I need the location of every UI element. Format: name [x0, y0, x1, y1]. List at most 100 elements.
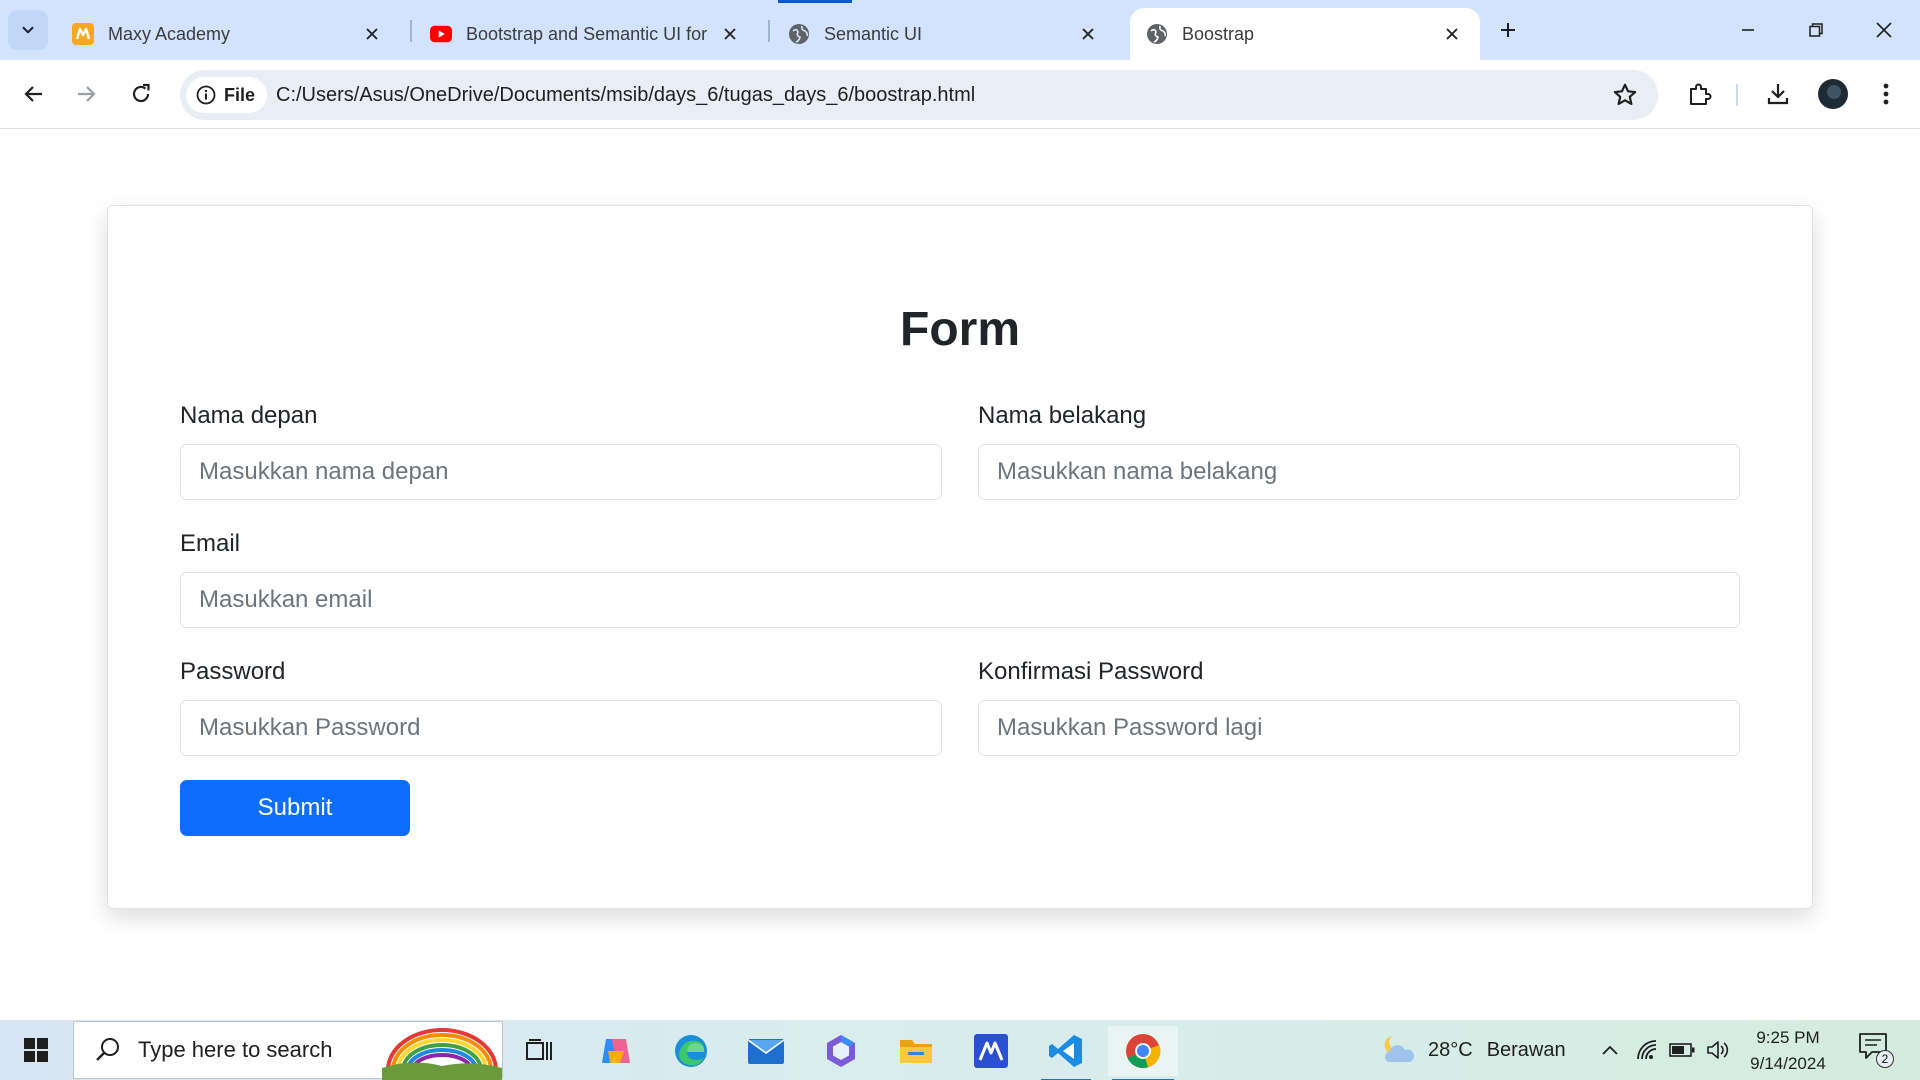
speaker-icon [1707, 1041, 1729, 1059]
info-icon [196, 85, 216, 105]
edge-button[interactable] [662, 1026, 720, 1076]
site-info-label: File [224, 84, 256, 105]
file-explorer-icon [900, 1040, 932, 1063]
minimize-icon [1742, 29, 1754, 31]
rainbow-search-highlight-icon [382, 1022, 502, 1080]
puzzle-icon [1690, 83, 1712, 105]
copilot-button[interactable] [587, 1026, 645, 1076]
browser-menu-button[interactable] [1866, 74, 1906, 114]
clock-time: 9:25 PM [1756, 1028, 1820, 1047]
close-icon[interactable] [718, 22, 742, 46]
address-bar[interactable]: File C:/Users/Asus/OneDrive/Documents/ms… [180, 70, 1658, 120]
tab-bootstrap-semantic-video[interactable]: Bootstrap and Semantic UI for E [414, 8, 758, 60]
notification-center-button[interactable]: 2 [1858, 1032, 1894, 1068]
site-info-chip[interactable]: File [186, 77, 268, 113]
bookmark-star-icon[interactable] [1612, 82, 1638, 108]
form-card: Form Nama depan Nama belakang Email Pass… [107, 205, 1813, 909]
taskbar-clock[interactable]: 9:25 PM 9/14/2024 [1740, 1025, 1836, 1077]
tab-boostrap[interactable]: Boostrap [1130, 8, 1480, 60]
tab-semantic-ui[interactable]: Semantic UI [772, 8, 1116, 60]
profile-button[interactable] [1813, 74, 1853, 114]
file-explorer-button[interactable] [887, 1026, 945, 1076]
maxy-academy-icon [72, 23, 94, 45]
show-hidden-icons-button[interactable] [1596, 1036, 1624, 1064]
email-label: Email [180, 530, 241, 557]
reload-button[interactable] [121, 74, 161, 114]
close-icon[interactable] [1076, 22, 1100, 46]
forward-button[interactable] [66, 74, 106, 114]
volume-button[interactable] [1704, 1036, 1732, 1064]
tab-title: Bootstrap and Semantic UI for E [466, 23, 710, 44]
close-icon[interactable] [360, 22, 384, 46]
maxy-app-icon [974, 1034, 1008, 1068]
weather-widget[interactable]: 28°C Berawan [1378, 1032, 1566, 1068]
tab-loading-indicator [778, 0, 852, 3]
arrow-left-icon [24, 86, 42, 102]
plus-icon [1501, 23, 1515, 37]
toolbar-divider [1736, 84, 1738, 106]
tab-title: Boostrap [1182, 23, 1255, 44]
vscode-icon [1049, 1035, 1082, 1067]
tab-maxy-academy[interactable]: Maxy Academy [56, 8, 400, 60]
copilot-icon [602, 1039, 630, 1063]
weather-temperature: 28°C [1428, 1038, 1473, 1061]
first-name-input[interactable] [180, 444, 942, 500]
mail-icon [747, 1039, 785, 1064]
submit-button[interactable]: Submit [180, 780, 410, 836]
tab-divider [410, 20, 412, 42]
form-title: Form [900, 303, 1020, 356]
new-tab-button[interactable] [1492, 14, 1524, 46]
last-name-input[interactable] [978, 444, 1740, 500]
password-label: Password [180, 658, 286, 685]
tab-search-button[interactable] [8, 10, 48, 50]
url-text: C:/Users/Asus/OneDrive/Documents/msib/da… [276, 84, 976, 106]
close-window-button[interactable] [1856, 8, 1912, 52]
reload-icon [132, 83, 150, 103]
partly-cloudy-night-icon [1384, 1036, 1414, 1062]
globe-icon [788, 23, 810, 45]
email-field[interactable] [180, 572, 1740, 628]
taskbar-search-box[interactable]: Type here to search [73, 1021, 503, 1080]
chevron-down-icon [22, 26, 34, 34]
search-placeholder: Type here to search [138, 1037, 333, 1062]
avatar [1818, 79, 1848, 109]
task-view-icon [526, 1039, 552, 1060]
windows-taskbar: Type here to search 28°C Berawan 9:25 PM… [0, 1020, 1920, 1080]
chrome-button[interactable] [1108, 1026, 1178, 1080]
more-vertical-icon [1883, 83, 1889, 105]
start-button[interactable] [14, 1030, 58, 1070]
task-view-button[interactable] [510, 1026, 568, 1076]
password-field[interactable] [180, 700, 942, 756]
network-button[interactable] [1634, 1036, 1662, 1064]
youtube-icon [430, 23, 452, 45]
m365-button[interactable] [812, 1026, 870, 1076]
vscode-button[interactable] [1037, 1026, 1095, 1080]
windows-logo-icon [24, 1038, 48, 1062]
back-button[interactable] [14, 74, 54, 114]
minimize-button[interactable] [1720, 8, 1776, 52]
maxy-app-button[interactable] [962, 1026, 1020, 1076]
edge-icon [675, 1035, 707, 1067]
battery-button[interactable] [1668, 1036, 1696, 1064]
weather-condition: Berawan [1486, 1038, 1566, 1061]
restore-button[interactable] [1788, 8, 1844, 52]
battery-icon [1669, 1043, 1695, 1057]
first-name-label: Nama depan [180, 402, 318, 429]
restore-icon [1809, 23, 1823, 37]
download-icon [1767, 84, 1789, 105]
downloads-button[interactable] [1758, 74, 1798, 114]
chevron-up-icon [1602, 1045, 1618, 1055]
browser-toolbar: File C:/Users/Asus/OneDrive/Documents/ms… [0, 60, 1920, 129]
wifi-icon [1637, 1040, 1657, 1060]
search-icon [96, 1038, 119, 1061]
confirm-password-field[interactable] [978, 700, 1740, 756]
close-icon[interactable] [1440, 22, 1464, 46]
mail-button[interactable] [737, 1026, 795, 1076]
chrome-icon [1126, 1034, 1161, 1069]
close-icon [1876, 22, 1892, 38]
tab-strip: Maxy Academy Bootstrap and Semantic UI f… [0, 0, 1920, 60]
last-name-label: Nama belakang [978, 402, 1147, 429]
m365-icon [827, 1035, 855, 1067]
extensions-button[interactable] [1680, 74, 1720, 114]
confirm-password-label: Konfirmasi Password [978, 658, 1204, 685]
